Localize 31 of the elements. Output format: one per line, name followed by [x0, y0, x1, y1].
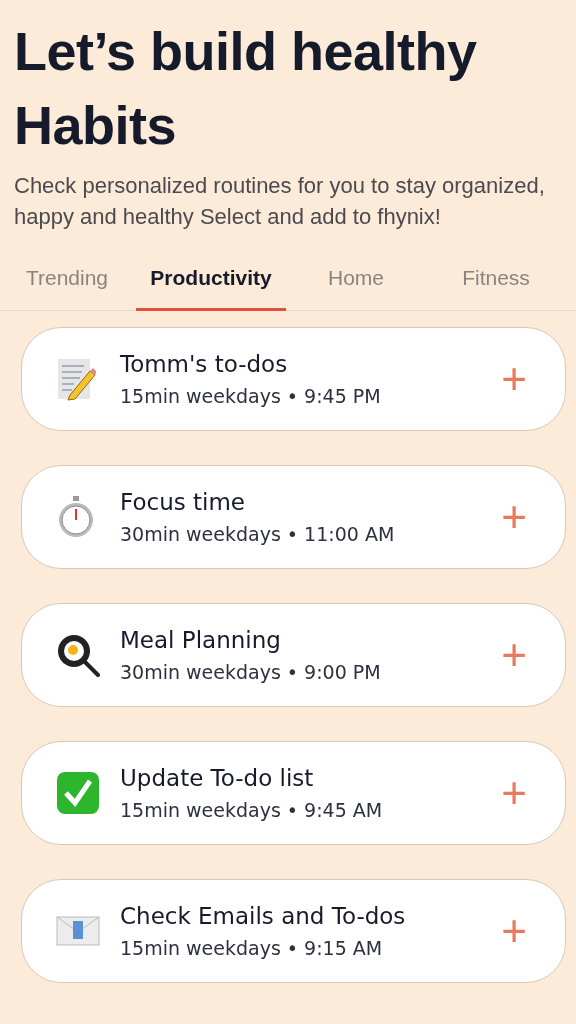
- routine-schedule: 15min weekdays • 9:45 AM: [120, 799, 384, 821]
- category-tab[interactable]: Home: [286, 252, 426, 311]
- stopwatch-icon: [56, 495, 96, 539]
- routine-schedule: 30min weekdays • 9:00 PM: [120, 661, 382, 683]
- category-tab[interactable]: Trending: [8, 252, 126, 311]
- routine-title: Focus time: [120, 489, 246, 515]
- category-tab[interactable]: Fitness: [426, 252, 566, 311]
- add-button[interactable]: +: [497, 495, 531, 539]
- routine-schedule: 15min weekdays • 9:15 AM: [120, 937, 384, 959]
- routine-title: Tomm's to-dos: [120, 351, 289, 377]
- frying-pan-egg-icon: [56, 633, 100, 677]
- page-subtitle: Check personalized routines for you to stay organized, happy and healthy Select and add to fhynix!: [14, 172, 546, 231]
- page-title: Let’s build healthy Habits: [14, 20, 478, 157]
- add-button[interactable]: +: [497, 633, 531, 677]
- category-tab[interactable]: Productivity: [136, 252, 286, 311]
- add-button[interactable]: +: [497, 771, 531, 815]
- checkmark-icon: [56, 771, 100, 815]
- routine-card[interactable]: Tomm's to-dos 15min weekdays • 9:45 PM +: [21, 327, 566, 431]
- envelope-icon: [56, 916, 100, 946]
- routine-schedule: 15min weekdays • 9:45 PM: [120, 385, 382, 407]
- routine-card[interactable]: Check Emails and To-dos 15min weekdays • 9:15 AM +: [21, 879, 566, 983]
- add-button[interactable]: +: [497, 357, 531, 401]
- routine-card[interactable]: Meal Planning 30min weekdays • 9:00 PM +: [21, 603, 566, 707]
- add-button[interactable]: +: [497, 909, 531, 953]
- routine-title: Update To-do list: [120, 765, 315, 791]
- routine-title: Check Emails and To-dos: [120, 903, 407, 929]
- notepad-pencil-icon: [56, 357, 96, 401]
- routine-schedule: 30min weekdays • 11:00 AM: [120, 523, 396, 545]
- routine-title: Meal Planning: [120, 627, 282, 653]
- routine-card[interactable]: Update To-do list 15min weekdays • 9:45 AM +: [21, 741, 566, 845]
- routine-card[interactable]: Focus time 30min weekdays • 11:00 AM +: [21, 465, 566, 569]
